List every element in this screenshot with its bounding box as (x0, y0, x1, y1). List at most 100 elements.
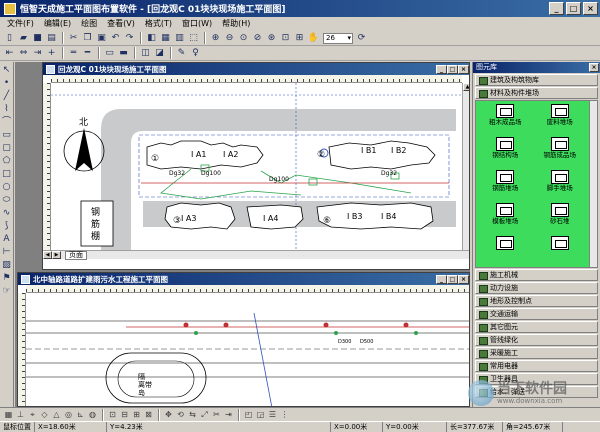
save-icon[interactable]: ■ (31, 32, 44, 44)
site-plan-window[interactable]: 回龙观C 01块块现场施工平面图 _ □ × 北 I A1 I A2 I B1 … (42, 62, 470, 270)
zoom-window-icon[interactable]: ⊙ (237, 32, 250, 44)
site-plan-canvas[interactable]: 北 I A1 I A2 I B1 I B2 I A3 I A4 I B3 I B… (51, 83, 462, 250)
grid-snap-icon[interactable]: ▦ (3, 409, 14, 420)
line-width-icon[interactable]: ━ (81, 47, 94, 59)
align-right-icon[interactable]: ⇥ (31, 47, 44, 59)
menu-file[interactable]: 文件(F) (2, 17, 39, 31)
minimize-button[interactable]: _ (549, 2, 564, 15)
layer-show-icon[interactable]: ⊞ (131, 409, 142, 420)
category-power[interactable]: 动力设施 (475, 282, 598, 294)
snap-tangent-icon[interactable]: ◍ (87, 409, 98, 420)
line-color-icon[interactable]: ▬ (117, 47, 130, 59)
menu-window[interactable]: 窗口(W) (177, 17, 217, 31)
close-button[interactable]: × (583, 2, 598, 15)
extend-icon[interactable]: ⇥ (223, 409, 234, 420)
square-icon[interactable]: □ (1, 168, 13, 180)
menu-help[interactable]: 帮助(H) (217, 17, 255, 31)
category-other[interactable]: 其它图元 (475, 321, 598, 333)
menu-draw[interactable]: 绘图 (76, 17, 102, 31)
line-style-icon[interactable]: ═ (67, 47, 80, 59)
image-icon[interactable]: ▨ (1, 259, 13, 271)
snap-point-icon[interactable]: ⌖ (27, 409, 38, 420)
fit-page-icon[interactable]: ⊞ (293, 32, 306, 44)
library-scrollbar[interactable] (589, 101, 597, 267)
lib-item-extra-2[interactable] (533, 236, 588, 269)
category-appliances[interactable]: 常用电器 (475, 360, 598, 372)
zoom-width-icon[interactable]: ⊡ (279, 32, 292, 44)
copy-icon[interactable]: ❐ (81, 32, 94, 44)
zoom-select[interactable]: 26 (323, 32, 353, 44)
grid-icon[interactable]: ▦ (159, 32, 172, 44)
site-plan-hscroll[interactable]: ◀ ▶ 页面 (43, 250, 469, 260)
brush-icon[interactable]: ✎ (175, 47, 188, 59)
layer-lock-icon[interactable]: ⊟ (119, 409, 130, 420)
snap-center-icon[interactable]: ◎ (63, 409, 74, 420)
zoom-in-icon[interactable]: ⊕ (209, 32, 222, 44)
scroll-right-arrow[interactable]: ▶ (52, 251, 61, 259)
category-heating[interactable]: 采暖施工 (475, 347, 598, 359)
ungroup-icon[interactable]: ◪ (153, 47, 166, 59)
line-icon[interactable]: ╱ (1, 90, 13, 102)
category-machinery[interactable]: 施工机械 (475, 269, 598, 281)
category-pipelines[interactable]: 管线绿化 (475, 334, 598, 346)
doc2-minimize-button[interactable]: _ (436, 274, 447, 284)
redo-icon[interactable]: ↷ (123, 32, 136, 44)
ortho-icon[interactable]: ⊥ (15, 409, 26, 420)
open-folder-icon[interactable]: ▰ (17, 32, 30, 44)
dimension-icon[interactable]: ⊢ (1, 246, 13, 258)
snap-mid-icon[interactable]: △ (51, 409, 62, 420)
road-plan-canvas[interactable]: 隔 离带 岛 D300 D500 (26, 293, 470, 407)
site-plan-vscroll[interactable]: ▲ (462, 83, 469, 250)
zoom-all-icon[interactable]: ⊛ (265, 32, 278, 44)
table-icon[interactable]: ▥ (173, 32, 186, 44)
zoom-out-icon[interactable]: ⊖ (223, 32, 236, 44)
category-terrain[interactable]: 地形及控制点 (475, 295, 598, 307)
menu-edit[interactable]: 编辑(E) (39, 17, 76, 31)
select-all-icon[interactable]: ⬚ (187, 32, 200, 44)
circle-icon[interactable]: ○ (1, 181, 13, 193)
trim-icon[interactable]: ✂ (211, 409, 222, 420)
move-icon[interactable]: ✥ (163, 409, 174, 420)
symbol-icon[interactable]: ⚑ (1, 272, 13, 284)
zoom-prev-icon[interactable]: ⊘ (251, 32, 264, 44)
category-buildings[interactable]: 建筑及构筑物库 (475, 74, 598, 86)
polyline-icon[interactable]: ⌇ (1, 103, 13, 115)
scroll-up-arrow[interactable]: ▲ (463, 83, 469, 91)
refresh-icon[interactable]: ⟳ (355, 32, 368, 44)
layer-icon[interactable]: ◧ (145, 32, 158, 44)
lib-item-timber-yard[interactable]: 粗木成品场 (478, 104, 533, 137)
help-bulb-icon[interactable]: ♀ (189, 47, 202, 59)
menu-format[interactable]: 格式(T) (140, 17, 177, 31)
library-close-button[interactable]: × (589, 63, 599, 72)
pan-hand-icon[interactable]: ✋ (307, 32, 320, 44)
lib-item-waste-yard[interactable]: 废料堆场 (533, 104, 588, 137)
text-icon[interactable]: A (1, 233, 13, 245)
rectangle-icon[interactable]: ▭ (1, 129, 13, 141)
align-icon[interactable]: ☰ (267, 409, 278, 420)
bring-front-icon[interactable]: ◰ (243, 409, 254, 420)
print-icon[interactable]: ▤ (45, 32, 58, 44)
lib-item-scaffold-yard[interactable]: 脚手堆场 (533, 170, 588, 203)
rounded-rect-icon[interactable]: ▢ (1, 142, 13, 154)
maximize-button[interactable]: □ (566, 2, 581, 15)
point-icon[interactable]: • (1, 77, 13, 89)
paste-icon[interactable]: ▣ (95, 32, 108, 44)
menu-view[interactable]: 查看(V) (102, 17, 140, 31)
cut-icon[interactable]: ✂ (67, 32, 80, 44)
scroll-left-arrow[interactable]: ◀ (43, 251, 52, 259)
page-tab[interactable]: 页面 (65, 250, 87, 260)
curve-icon[interactable]: ∿ (1, 207, 13, 219)
lib-item-steel-yard[interactable]: 钢结构场 (478, 137, 533, 170)
new-file-icon[interactable]: ▯ (3, 32, 16, 44)
ellipse-icon[interactable]: ⬭ (1, 194, 13, 206)
lib-item-gravel-pile[interactable]: 砂石堆 (533, 203, 588, 236)
plus-icon[interactable]: + (45, 47, 58, 59)
doc2-close-button[interactable]: × (458, 274, 469, 284)
lib-item-rebar-product-yard[interactable]: 钢筋成品场 (533, 137, 588, 170)
align-left-icon[interactable]: ⇤ (3, 47, 16, 59)
fill-color-icon[interactable]: ▭ (103, 47, 116, 59)
mirror-icon[interactable]: ⇆ (187, 409, 198, 420)
group-icon[interactable]: ◫ (139, 47, 152, 59)
category-traffic[interactable]: 交通运输 (475, 308, 598, 320)
select-arrow-icon[interactable]: ↖ (1, 64, 13, 76)
